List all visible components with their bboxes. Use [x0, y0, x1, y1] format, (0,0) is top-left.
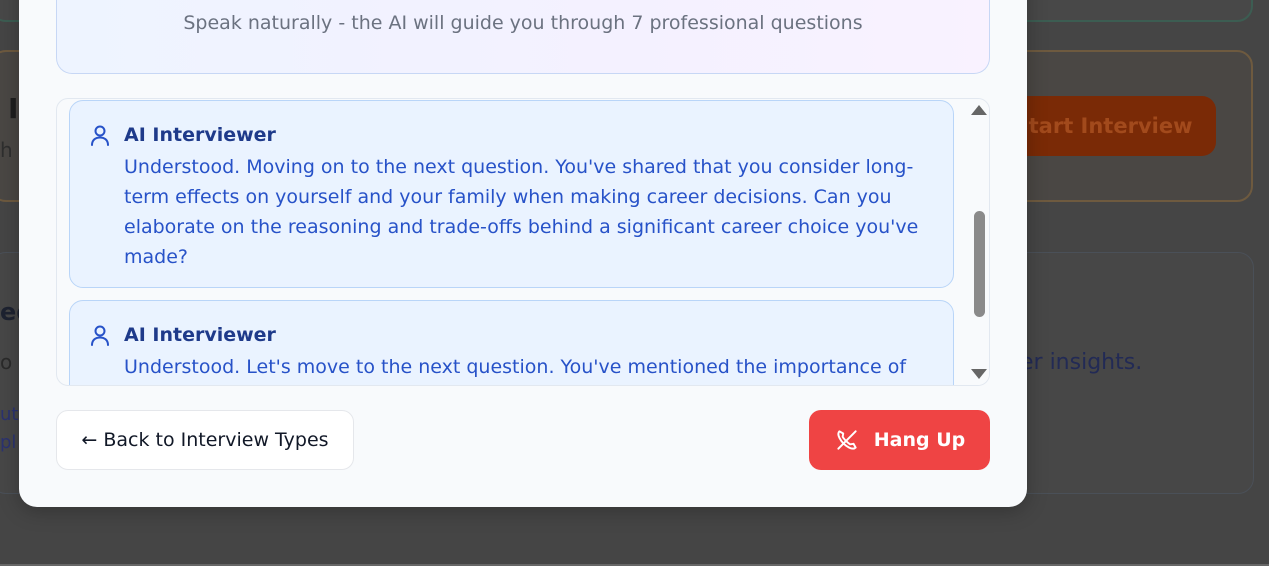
- message-sender: AI Interviewer: [124, 124, 276, 146]
- transcript-message: AI Interviewer Understood. Let's move to…: [69, 300, 954, 385]
- phone-off-icon: [837, 430, 857, 450]
- instruction-text: Speak naturally - the AI will guide you …: [183, 12, 863, 34]
- message-text: Understood. Moving on to the next questi…: [124, 156, 919, 268]
- user-icon: [91, 125, 109, 146]
- scrollbar-thumb[interactable]: [974, 211, 985, 317]
- back-to-interview-types-button[interactable]: ← Back to Interview Types: [56, 410, 354, 470]
- hang-up-button[interactable]: Hang Up: [809, 410, 990, 470]
- message-sender: AI Interviewer: [124, 324, 276, 346]
- transcript-panel[interactable]: AI Interviewer Understood. Moving on to …: [56, 98, 990, 386]
- transcript-scrollbar[interactable]: [969, 99, 989, 385]
- background-insights-text: er insights.: [1020, 350, 1143, 375]
- message-text: Understood. Let's move to the next quest…: [124, 356, 907, 378]
- scroll-up-arrow-icon[interactable]: [971, 105, 987, 115]
- background-text-fragment: o: [0, 350, 13, 374]
- hang-up-label: Hang Up: [873, 429, 966, 451]
- transcript-message: AI Interviewer Understood. Moving on to …: [69, 100, 954, 288]
- scroll-down-arrow-icon[interactable]: [971, 369, 987, 379]
- background-link-fragment-2: pl: [0, 432, 17, 453]
- background-heading: I: [8, 92, 19, 125]
- background-link-fragment: ut: [0, 404, 19, 425]
- voice-interview-modal: Speak naturally - the AI will guide you …: [19, 0, 1027, 507]
- background-subtext: h: [0, 138, 13, 162]
- instruction-banner: Speak naturally - the AI will guide you …: [56, 0, 990, 74]
- user-icon: [91, 325, 109, 346]
